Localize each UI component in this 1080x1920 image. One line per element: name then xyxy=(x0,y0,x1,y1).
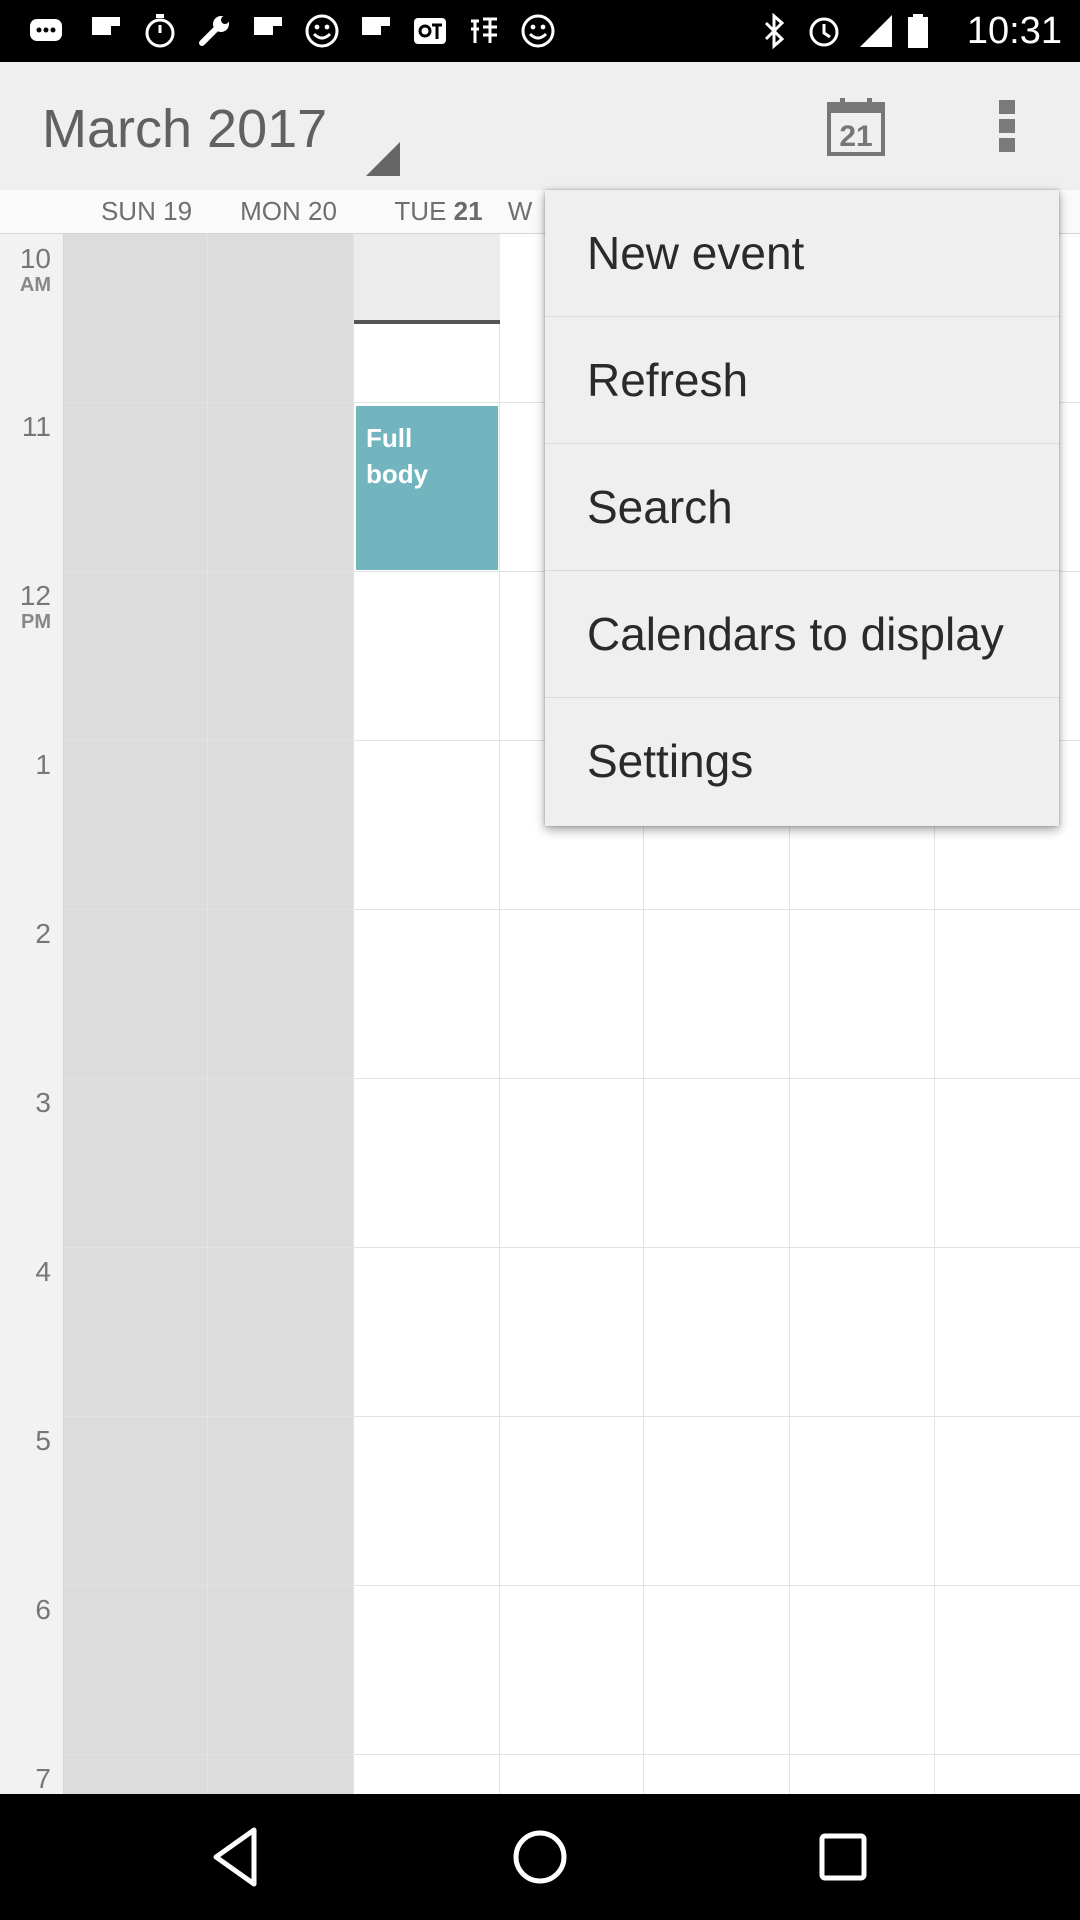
qt-icon xyxy=(414,18,446,44)
status-time: 10:31 xyxy=(966,10,1062,52)
smiley-icon xyxy=(521,14,555,48)
overflow-menu: New event Refresh Search Calendars to di… xyxy=(545,190,1059,826)
menu-item-settings[interactable]: Settings xyxy=(545,698,1059,825)
event-full-body[interactable]: Full body xyxy=(356,406,498,570)
hour-label: 6 xyxy=(35,1594,51,1625)
hour-divider xyxy=(0,1585,1080,1586)
hour-label: 10 AM xyxy=(19,243,51,297)
flipboard-icon xyxy=(92,17,120,35)
back-icon[interactable] xyxy=(204,1824,270,1890)
today-calendar-icon[interactable]: 21 xyxy=(826,98,886,156)
hour-divider xyxy=(0,1247,1080,1248)
more-vertical-icon[interactable] xyxy=(988,96,1026,156)
day-header-sun[interactable]: SUN 19 xyxy=(74,196,219,227)
status-bar: 10:31 xyxy=(0,0,1080,62)
hour-label: 7 xyxy=(35,1763,51,1794)
dropdown-triangle-icon[interactable] xyxy=(366,142,400,176)
event-title-line1: Full xyxy=(366,423,413,453)
month-title[interactable]: March 2017 xyxy=(42,98,327,160)
day-column-sun[interactable] xyxy=(64,234,208,1794)
hour-label: 4 xyxy=(35,1256,51,1287)
battery-icon xyxy=(908,14,928,48)
day-column-mon[interactable] xyxy=(208,234,354,1794)
event-title-line2: body xyxy=(366,459,429,489)
hour-divider xyxy=(0,1416,1080,1417)
alarm-icon xyxy=(809,17,839,47)
hour-label: 3 xyxy=(35,1087,51,1118)
past-time-shade xyxy=(354,234,500,320)
app-bar: March 2017 xyxy=(0,62,1080,190)
bluetooth-icon xyxy=(764,13,785,49)
hour-label: 12 PM xyxy=(19,580,51,634)
timer-icon xyxy=(145,14,175,48)
hour-divider xyxy=(0,909,1080,910)
menu-item-label: New event xyxy=(587,227,805,279)
smiley-icon xyxy=(305,14,339,48)
wrench-icon xyxy=(199,16,229,46)
hour-divider xyxy=(0,1078,1080,1079)
signal-icon xyxy=(860,15,892,47)
hour-label: 2 xyxy=(35,918,51,949)
hour-divider xyxy=(0,1754,1080,1755)
menu-item-search[interactable]: Search xyxy=(545,444,1059,571)
taobao-icon xyxy=(471,17,497,43)
navigation-bar xyxy=(0,1794,1080,1920)
menu-item-refresh[interactable]: Refresh xyxy=(545,317,1059,444)
time-gutter: 10 AM 11 12 PM 1 2 3 4 5 6 7 xyxy=(0,234,64,1794)
today-day-number: 21 xyxy=(839,120,872,153)
flipboard-icon xyxy=(254,17,282,35)
menu-item-label: Refresh xyxy=(587,354,749,406)
current-time-indicator xyxy=(354,320,500,324)
menu-item-label: Calendars to display xyxy=(587,608,1004,660)
home-icon[interactable] xyxy=(507,1824,573,1890)
menu-item-new-event[interactable]: New event xyxy=(545,190,1059,317)
hour-label: 1 xyxy=(35,749,51,780)
chat-icon xyxy=(30,19,62,41)
hour-label: 11 xyxy=(21,411,51,442)
menu-item-label: Search xyxy=(587,481,733,533)
hour-label: 5 xyxy=(35,1425,51,1456)
menu-item-label: Settings xyxy=(587,735,754,787)
menu-item-calendars-to-display[interactable]: Calendars to display xyxy=(545,571,1059,698)
day-header-mon[interactable]: MON 20 xyxy=(216,196,361,227)
recents-icon[interactable] xyxy=(810,1824,876,1890)
flipboard-icon xyxy=(362,17,390,35)
